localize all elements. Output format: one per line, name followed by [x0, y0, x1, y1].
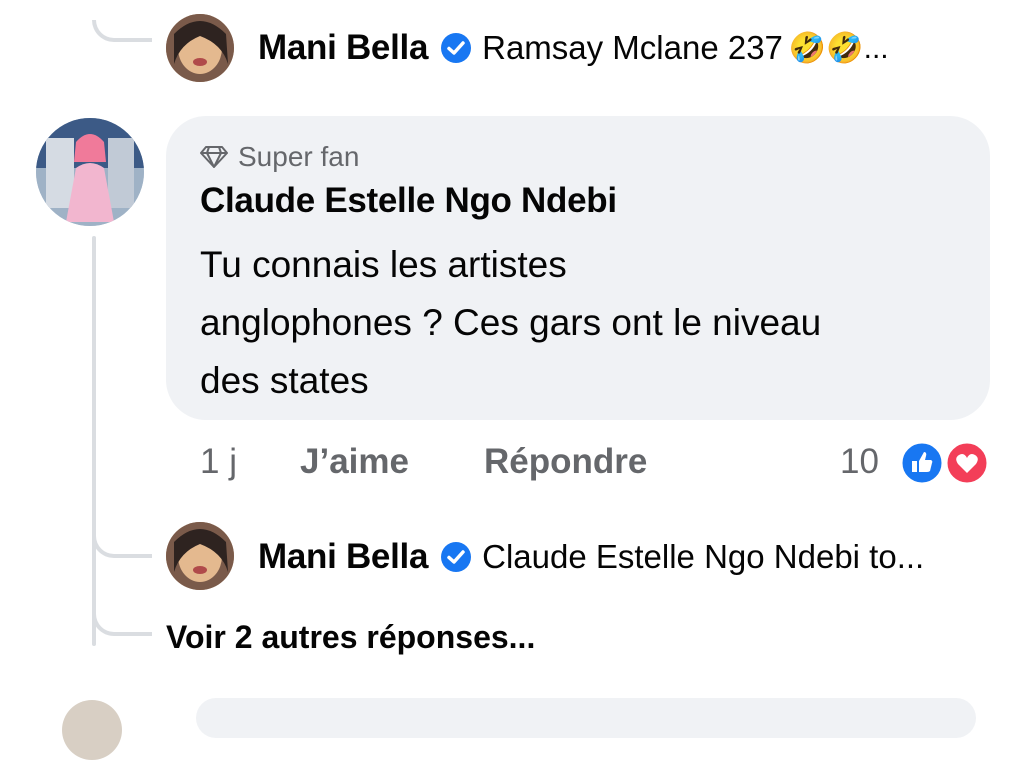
- super-fan-badge: Super fan: [200, 141, 359, 173]
- avatar[interactable]: [166, 14, 234, 82]
- thread-connector-more: [92, 614, 152, 636]
- reply-author[interactable]: Mani Bella: [258, 537, 428, 577]
- like-button[interactable]: J’aime: [300, 442, 409, 482]
- badge-label: Super fan: [238, 141, 360, 172]
- diamond-icon: [200, 146, 228, 168]
- comment-line: Tu connais les artistes: [200, 244, 567, 285]
- verified-badge-icon: [441, 542, 472, 572]
- comment-text: Tu connais les artistes anglophones ? Ce…: [200, 236, 970, 410]
- reaction-count[interactable]: 10: [840, 442, 879, 482]
- comment-author[interactable]: Claude Estelle Ngo Ndebi: [200, 181, 617, 221]
- reactions[interactable]: [898, 440, 990, 486]
- commenter-avatar[interactable]: [36, 118, 144, 226]
- verified-badge-icon: [441, 33, 472, 63]
- comment-line: des states: [200, 360, 369, 401]
- thread-connector-top: [92, 20, 152, 42]
- reply-author[interactable]: Mani Bella: [258, 28, 428, 68]
- love-icon: [944, 440, 990, 486]
- avatar[interactable]: [166, 522, 234, 590]
- laughing-emoji: 🤣🤣...: [788, 31, 889, 65]
- reply-preview-text: Claude Estelle Ngo Ndebi to...: [482, 538, 925, 575]
- reply-row: Mani Bella Claude Estelle Ngo Ndebi to..…: [258, 537, 924, 577]
- thread-line: [92, 236, 96, 646]
- reply-button[interactable]: Répondre: [484, 442, 647, 482]
- comment-line: anglophones ? Ces gars ont le niveau: [200, 302, 822, 343]
- avatar[interactable]: [62, 700, 122, 760]
- comment-bubble[interactable]: [196, 698, 976, 738]
- view-more-replies-link[interactable]: Voir 2 autres réponses...: [166, 619, 535, 656]
- comment-timestamp[interactable]: 1 j: [200, 442, 237, 482]
- reply-preview-text: Ramsay Mclane 237: [482, 29, 783, 66]
- reply-row: Mani Bella Ramsay Mclane 237 🤣🤣...: [258, 28, 889, 68]
- thread-connector-reply: [92, 536, 152, 558]
- like-icon: [899, 440, 945, 486]
